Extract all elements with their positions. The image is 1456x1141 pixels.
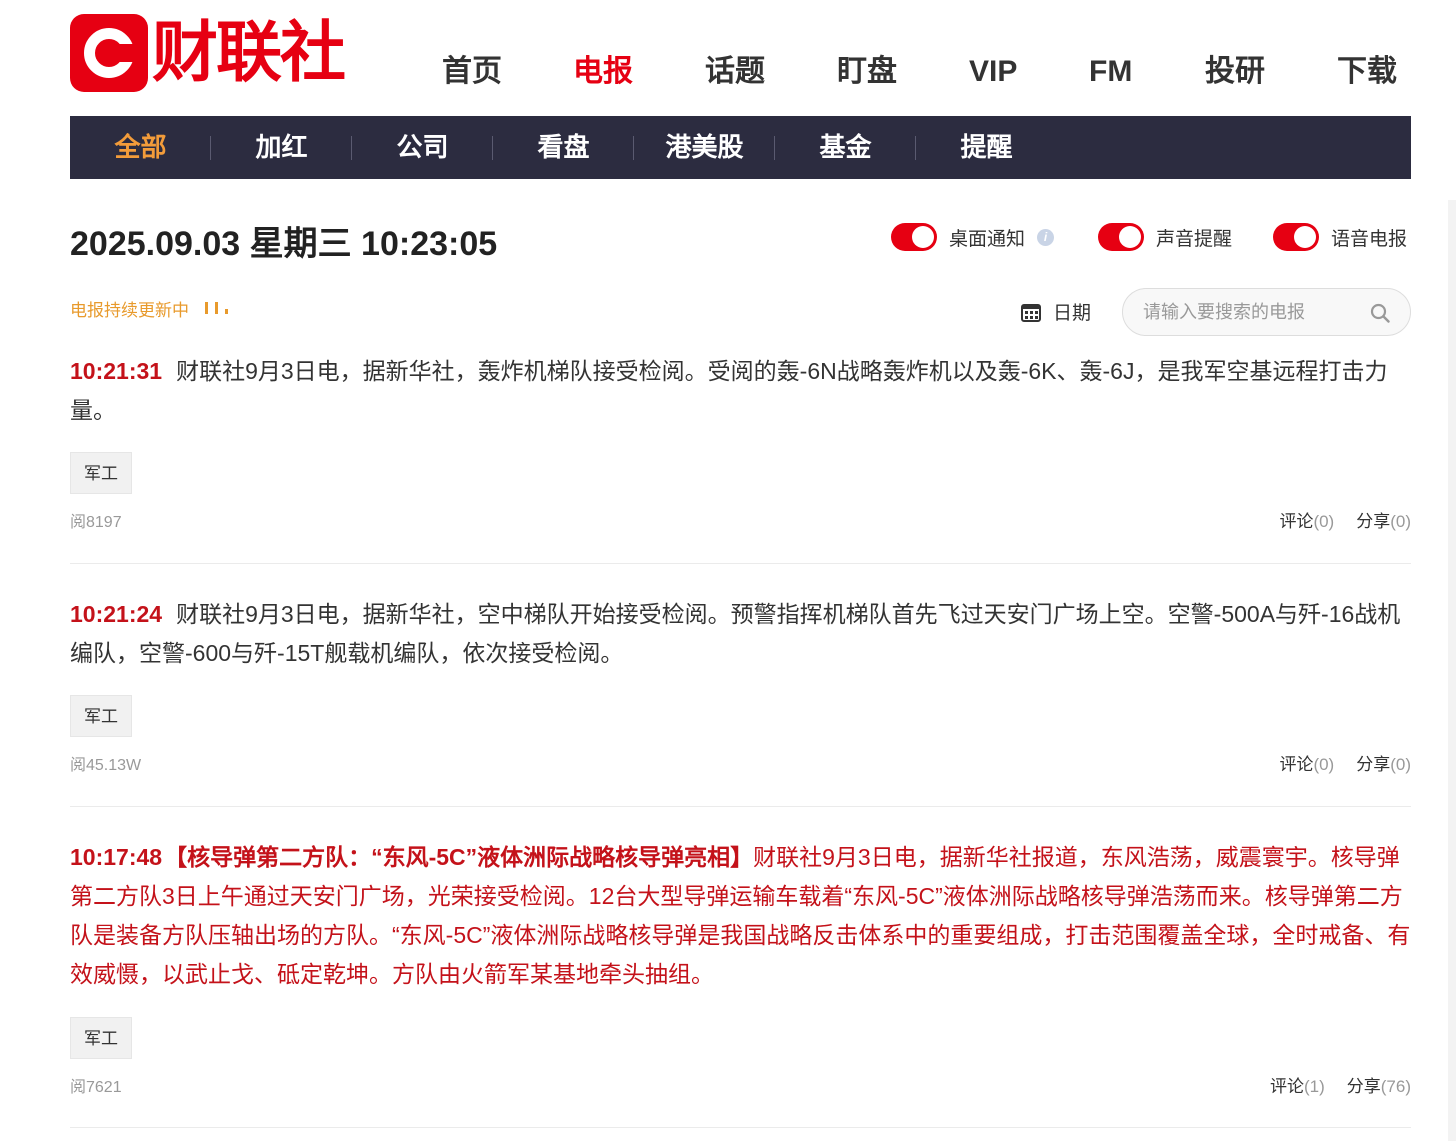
nav-research[interactable]: 投研 — [1205, 48, 1265, 96]
telegram-text: 财联社9月3日电，据新华社，轰炸机梯队接受检阅。受阅的轰-6N战略轰炸机以及轰-… — [70, 358, 1388, 423]
tab-red[interactable]: 加红 — [211, 116, 352, 179]
telegram-text: 财联社9月3日电，据新华社，空中梯队开始接受检阅。预警指挥机梯队首先飞过天安门广… — [70, 601, 1401, 666]
comment-label: 评论 — [1279, 512, 1314, 531]
nav-vip[interactable]: VIP — [969, 48, 1017, 96]
divider — [70, 563, 1411, 564]
search-box — [1122, 288, 1411, 336]
tab-reminder[interactable]: 提醒 — [916, 116, 1057, 179]
comment-count: (0) — [1313, 512, 1335, 531]
tab-fund[interactable]: 基金 — [775, 116, 916, 179]
telegram-actions: 评论(0) 分享(0) — [1279, 507, 1411, 532]
telegram-tag[interactable]: 军工 — [70, 695, 132, 737]
voice-label: 语音电报 — [1331, 228, 1408, 250]
share-label: 分享 — [1356, 512, 1391, 531]
page-scrollbar[interactable] — [1448, 200, 1456, 1141]
desktop-notify-label: 桌面通知 — [949, 228, 1026, 250]
nav-home[interactable]: 首页 — [442, 48, 502, 96]
nav-topics[interactable]: 话题 — [705, 48, 765, 96]
telegram-content: 10:21:31 财联社9月3日电，据新华社，轰炸机梯队接受检阅。受阅的轰-6N战… — [70, 352, 1411, 430]
telegram-time: 10:21:31 — [70, 358, 163, 384]
date-filter-label: 日期 — [1053, 303, 1092, 324]
main-nav: 首页 电报 话题 盯盘 VIP FM 投研 下载 — [0, 48, 1456, 96]
date-filter[interactable]: 日期 — [1021, 298, 1091, 325]
desktop-notify-setting: 桌面通知 i — [891, 222, 1055, 252]
share-button[interactable]: 分享(0) — [1356, 512, 1411, 531]
search-icon[interactable] — [1370, 303, 1390, 323]
tab-market[interactable]: 看盘 — [493, 116, 634, 179]
comment-button[interactable]: 评论(0) — [1279, 755, 1334, 774]
comment-label: 评论 — [1279, 755, 1314, 774]
comment-count: (1) — [1303, 1077, 1325, 1096]
divider — [70, 1127, 1411, 1128]
comment-button[interactable]: 评论(0) — [1279, 512, 1334, 531]
nav-download[interactable]: 下载 — [1337, 48, 1397, 96]
read-count: 阅8197 — [70, 514, 122, 531]
share-button[interactable]: 分享(76) — [1347, 1077, 1411, 1096]
telegram-actions: 评论(0) 分享(0) — [1279, 750, 1411, 775]
comment-label: 评论 — [1269, 1077, 1304, 1096]
voice-toggle[interactable] — [1273, 223, 1319, 251]
tab-all[interactable]: 全部 — [70, 116, 211, 179]
nav-telegraph[interactable]: 电报 — [573, 48, 633, 96]
voice-setting: 语音电报 — [1273, 222, 1407, 252]
read-count: 阅45.13W — [70, 757, 142, 774]
updating-status: 电报持续更新中 — [70, 301, 189, 320]
comment-button[interactable]: 评论(1) — [1270, 1077, 1325, 1096]
current-datetime: 2025.09.03 星期三 10:23:05 — [70, 225, 498, 263]
share-count: (76) — [1380, 1077, 1411, 1096]
category-nav: 全部 加红 公司 看盘 港美股 基金 提醒 — [70, 116, 1411, 179]
divider — [70, 806, 1411, 807]
telegram-content: 10:17:48【核导弹第二方队：“东风-5C”液体洲际战略核导弹亮相】财联社9… — [70, 838, 1411, 994]
telegram-tag[interactable]: 军工 — [70, 452, 132, 494]
share-label: 分享 — [1356, 755, 1391, 774]
telegram-time: 10:17:48 — [70, 844, 163, 870]
nav-watch[interactable]: 盯盘 — [837, 48, 897, 96]
share-count: (0) — [1390, 755, 1411, 774]
sound-toggle[interactable] — [1098, 223, 1144, 251]
telegram-item-highlighted: 10:17:48【核导弹第二方队：“东风-5C”液体洲际战略核导弹亮相】财联社9… — [70, 838, 1411, 1098]
sound-setting: 声音提醒 — [1098, 222, 1232, 252]
telegram-tag[interactable]: 军工 — [70, 1017, 132, 1059]
telegram-time: 10:21:24 — [70, 601, 163, 627]
telegram-content: 10:21:24 财联社9月3日电，据新华社，空中梯队开始接受检阅。预警指挥机梯队… — [70, 595, 1411, 673]
info-icon[interactable]: i — [1037, 228, 1055, 246]
telegram-item: 10:21:31 财联社9月3日电，据新华社，轰炸机梯队接受检阅。受阅的轰-6N战… — [70, 352, 1411, 532]
comment-count: (0) — [1313, 755, 1335, 774]
sound-label: 声音提醒 — [1156, 228, 1233, 250]
read-count: 阅7621 — [70, 1079, 122, 1096]
share-count: (0) — [1390, 512, 1411, 531]
share-button[interactable]: 分享(0) — [1356, 755, 1411, 774]
tab-company[interactable]: 公司 — [352, 116, 493, 179]
nav-fm[interactable]: FM — [1089, 48, 1132, 96]
calendar-icon — [1021, 303, 1041, 322]
desktop-notify-toggle[interactable] — [891, 223, 937, 251]
telegram-actions: 评论(1) 分享(76) — [1270, 1072, 1411, 1097]
telegram-item: 10:21:24 财联社9月3日电，据新华社，空中梯队开始接受检阅。预警指挥机梯队… — [70, 595, 1411, 775]
search-input[interactable] — [1143, 297, 1363, 327]
share-label: 分享 — [1346, 1077, 1381, 1096]
tab-hk-us[interactable]: 港美股 — [634, 116, 775, 179]
telegram-headline: 【核导弹第二方队：“东风-5C”液体洲际战略核导弹亮相】 — [164, 844, 754, 870]
